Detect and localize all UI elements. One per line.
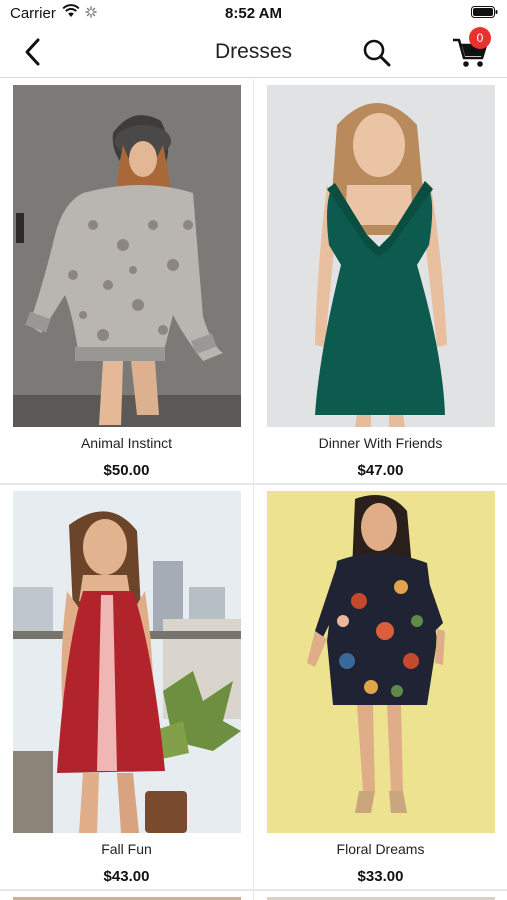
search-icon[interactable] [360,36,394,70]
product-image[interactable] [13,491,241,833]
status-bar: Carrier 8:52 AM [0,0,507,28]
product-price: $50.00 [103,462,150,479]
clock: 8:52 AM [225,5,282,22]
product-card[interactable] [254,891,507,900]
product-price: $43.00 [103,868,150,885]
product-card[interactable]: Floral Dreams $33.00 [254,485,507,889]
product-name[interactable]: Floral Dreams [254,841,507,857]
product-image[interactable] [13,85,241,427]
product-name[interactable]: Fall Fun [0,841,253,857]
product-card[interactable]: Dinner With Friends $47.00 [254,79,507,483]
cart-count-badge[interactable]: 0 [469,27,491,49]
product-name[interactable]: Animal Instinct [0,435,253,451]
battery-icon [471,6,498,18]
page-title: Dresses [214,40,293,63]
product-card[interactable]: Animal Instinct $50.00 [0,79,253,483]
product-image[interactable] [267,85,495,427]
product-price: $33.00 [357,868,404,885]
product-price: $47.00 [357,462,404,479]
product-name[interactable]: Dinner With Friends [254,435,507,451]
product-grid: Animal Instinct $50.00 Dinner With Frien… [0,79,507,900]
navigation-bar: Dresses [0,28,507,78]
product-card[interactable] [0,891,253,900]
product-image[interactable] [267,491,495,833]
product-card[interactable]: Fall Fun $43.00 [0,485,253,889]
